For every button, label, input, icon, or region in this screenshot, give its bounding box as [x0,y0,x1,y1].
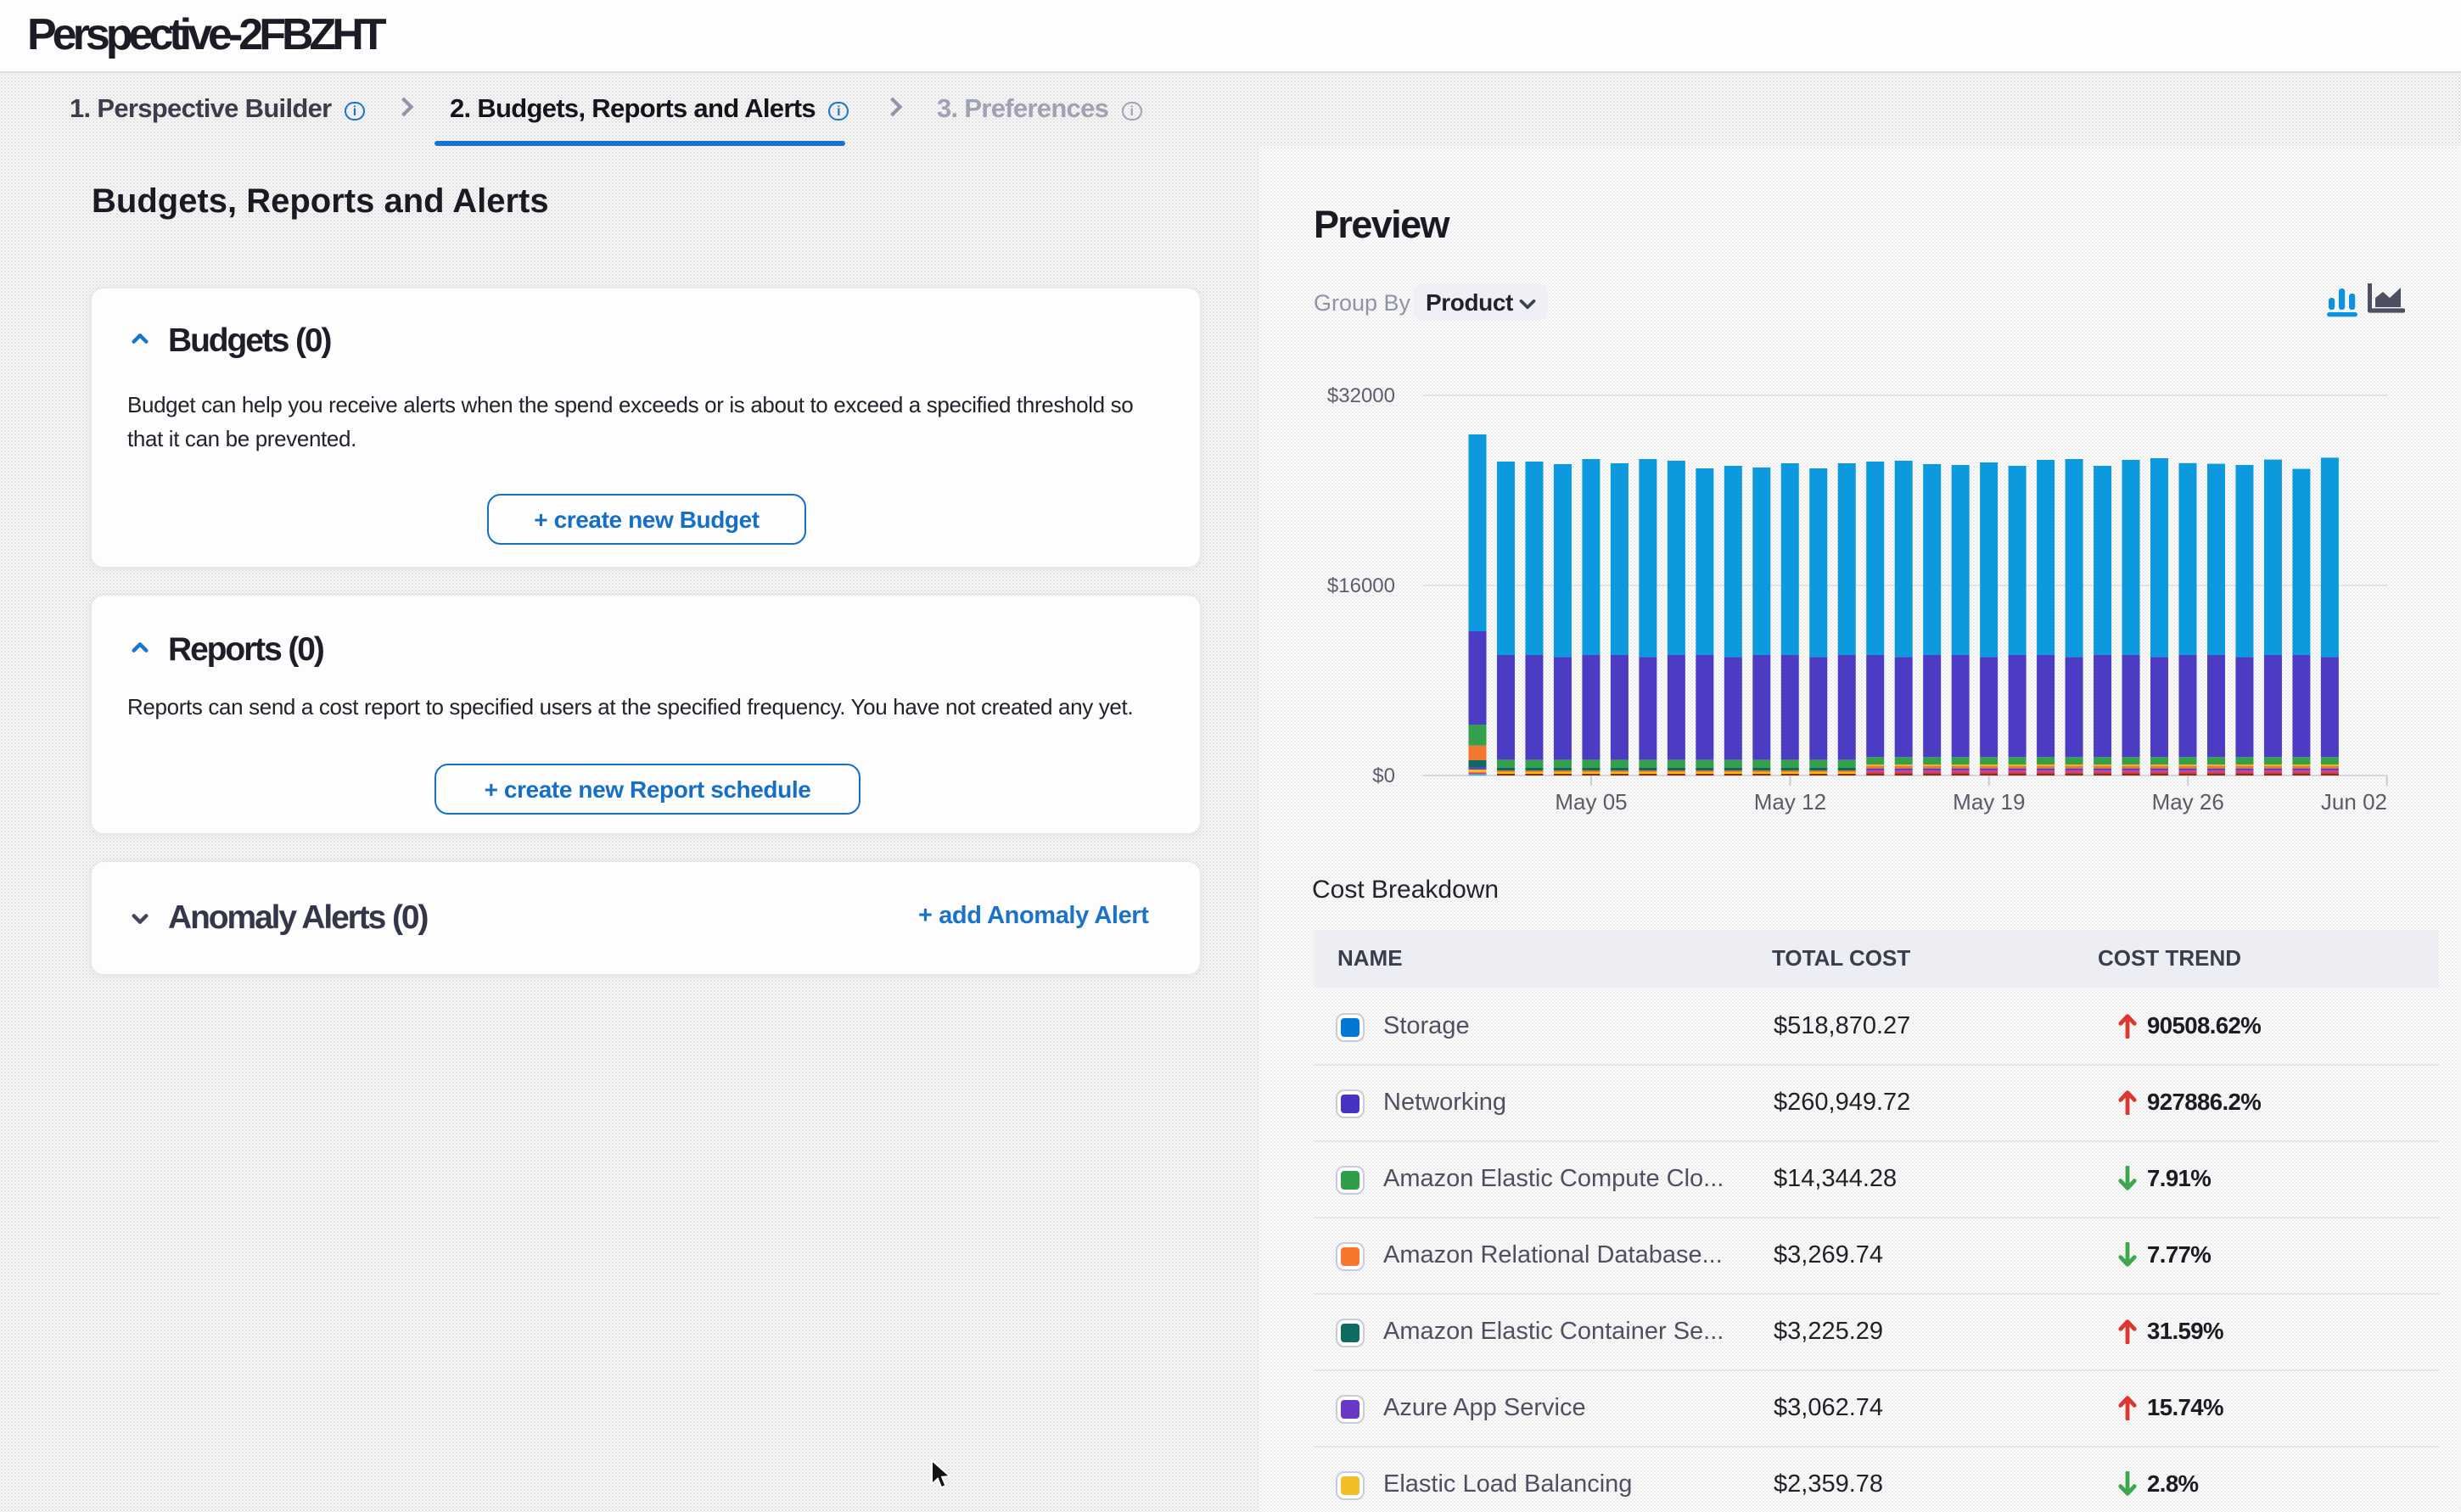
svg-text:$32000: $32000 [1327,384,1395,407]
svg-text:May 12: May 12 [1754,789,1826,815]
svg-text:$0: $0 [1372,764,1395,787]
svg-text:May 26: May 26 [2152,789,2224,815]
svg-text:Jun 02: Jun 02 [2321,789,2387,815]
svg-text:May 05: May 05 [1555,789,1627,815]
svg-text:$16000: $16000 [1327,574,1395,597]
svg-text:May 19: May 19 [1953,789,2025,815]
